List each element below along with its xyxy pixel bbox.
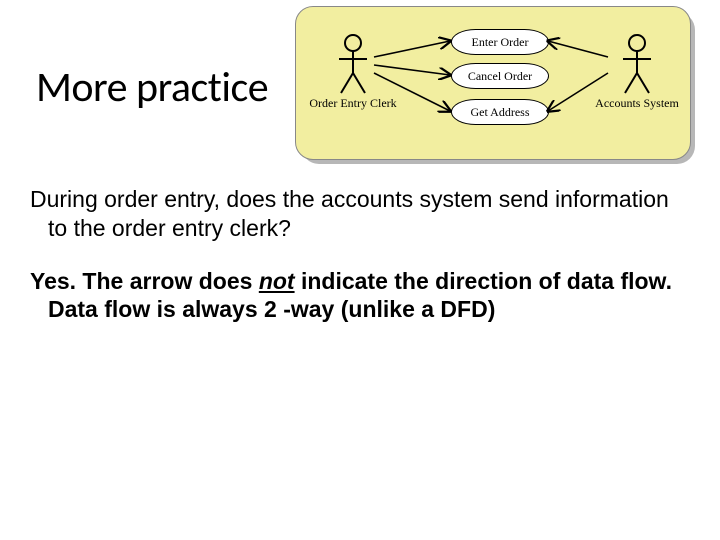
- actor-order-entry-clerk: Order Entry Clerk: [308, 33, 398, 109]
- usecase-cancel-order: Cancel Order: [451, 63, 549, 89]
- slide: More practice Order Entry Clerk: [0, 0, 720, 540]
- diagram-box: Order Entry Clerk Accounts System Enter …: [295, 6, 691, 160]
- answer-text: Yes. The arrow does not indicate the dir…: [30, 267, 690, 325]
- actor-right-label: Accounts System: [592, 97, 682, 109]
- question-text: During order entry, does the accounts sy…: [30, 185, 690, 243]
- actor-left-label: Order Entry Clerk: [308, 97, 398, 109]
- answer-post: indicate the direction of data flow.: [295, 268, 672, 294]
- stick-figure-icon: [335, 33, 371, 95]
- usecase-diagram: Order Entry Clerk Accounts System Enter …: [295, 6, 695, 164]
- answer-line2: Data flow is always 2 -way (unlike a DFD…: [48, 296, 495, 322]
- stick-figure-icon: [619, 33, 655, 95]
- actor-accounts-system: Accounts System: [592, 33, 682, 109]
- slide-body: During order entry, does the accounts sy…: [30, 185, 690, 346]
- usecase-enter-order: Enter Order: [451, 29, 549, 55]
- answer-pre: Yes. The arrow does: [30, 268, 259, 294]
- slide-title: More practice: [36, 62, 268, 113]
- usecase-get-address: Get Address: [451, 99, 549, 125]
- answer-not: not: [259, 268, 295, 294]
